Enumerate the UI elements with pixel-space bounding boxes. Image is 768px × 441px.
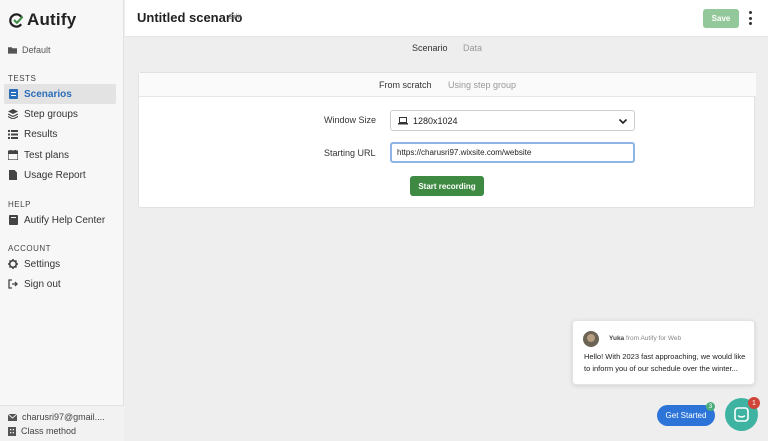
sidebar-item-label: Scenarios xyxy=(24,88,72,100)
chat-sender-name: Yuka xyxy=(609,335,625,342)
get-started-badge: 3 xyxy=(706,402,715,411)
project-name: Default xyxy=(22,45,51,55)
tab-using-step-group[interactable]: Using step group xyxy=(448,80,516,90)
section-label-account: ACCOUNT xyxy=(8,244,52,253)
tab-data[interactable]: Data xyxy=(463,43,482,53)
user-plan: Class method xyxy=(21,426,77,436)
sidebar-item-label: Test plans xyxy=(24,149,70,161)
list-icon xyxy=(8,129,18,139)
chat-sender-suffix: from Autify for Web xyxy=(626,335,682,342)
window-size-label: Window Size xyxy=(324,115,377,125)
starting-url-input[interactable] xyxy=(390,142,635,163)
laptop-icon xyxy=(398,116,408,124)
chat-icon xyxy=(734,407,749,422)
sidebar-item-label: Results xyxy=(24,128,58,140)
autify-logo-icon xyxy=(9,12,24,28)
sign-out-icon xyxy=(8,279,18,289)
sidebar-item-sign-out[interactable]: Sign out xyxy=(4,274,116,294)
creation-mode-tabs: From scratch Using step group xyxy=(139,73,756,97)
chat-sender: Yuka from Autify for Web xyxy=(609,335,681,342)
sidebar-item-step-groups[interactable]: Step groups xyxy=(4,104,116,124)
sidebar-item-label: Settings xyxy=(24,258,61,270)
section-label-help: HELP xyxy=(8,200,31,209)
sidebar-item-help-center[interactable]: Autify Help Center xyxy=(4,210,116,230)
edit-title-link[interactable]: Edit xyxy=(229,14,241,21)
sidebar-item-label: Step groups xyxy=(24,108,78,120)
scenario-setup-card: From scratch Using step group Window Siz… xyxy=(138,72,756,208)
top-bar: Untitled scenario Edit Save xyxy=(125,0,768,37)
sidebar-item-label: Sign out xyxy=(24,278,61,290)
user-email-row: charusri97@gmail.... xyxy=(8,412,105,422)
project-selector[interactable]: Default xyxy=(8,45,51,55)
user-plan-row: Class method xyxy=(8,426,76,436)
more-options-icon[interactable] xyxy=(747,11,753,25)
report-icon xyxy=(8,170,18,180)
window-size-value: 1280x1024 xyxy=(413,115,458,126)
calendar-icon xyxy=(8,150,18,160)
start-recording-button[interactable]: Start recording xyxy=(410,176,484,196)
user-account[interactable]: charusri97@gmail.... Class method xyxy=(0,405,124,441)
section-label-tests: TESTS xyxy=(8,74,37,83)
book-icon xyxy=(8,215,18,225)
chat-message-popup[interactable]: Yuka from Autify for Web Hello! With 202… xyxy=(572,320,755,385)
sidebar-item-scenarios[interactable]: Scenarios xyxy=(4,84,116,104)
sidebar: Autify Default TESTS Scenarios Step grou… xyxy=(0,0,124,441)
sidebar-item-label: Autify Help Center xyxy=(24,214,106,226)
window-size-select[interactable]: 1280x1024 xyxy=(390,110,635,131)
app-logo[interactable]: Autify xyxy=(9,10,76,30)
avatar xyxy=(583,331,599,347)
gear-icon xyxy=(8,259,18,269)
tab-from-scratch[interactable]: From scratch xyxy=(379,80,432,90)
save-button[interactable]: Save xyxy=(703,9,739,28)
unread-count-badge: 1 xyxy=(748,397,760,409)
layers-icon xyxy=(8,109,18,119)
envelope-icon xyxy=(8,413,17,421)
sidebar-item-test-plans[interactable]: Test plans xyxy=(4,145,116,165)
sidebar-item-label: Usage Report xyxy=(24,169,86,181)
user-email: charusri97@gmail.... xyxy=(22,412,105,422)
app-name: Autify xyxy=(27,10,77,29)
document-icon xyxy=(8,89,18,99)
sidebar-item-results[interactable]: Results xyxy=(4,124,116,144)
folder-icon xyxy=(8,47,17,54)
chevron-down-icon xyxy=(618,118,628,125)
starting-url-label: Starting URL xyxy=(324,148,376,158)
tab-scenario[interactable]: Scenario xyxy=(412,43,448,53)
chat-message-text: Hello! With 2023 fast approaching, we wo… xyxy=(584,352,746,373)
sidebar-item-settings[interactable]: Settings xyxy=(4,254,116,274)
page-title: Untitled scenario xyxy=(137,10,243,25)
building-icon xyxy=(8,426,16,436)
sidebar-item-usage-report[interactable]: Usage Report xyxy=(4,165,116,185)
